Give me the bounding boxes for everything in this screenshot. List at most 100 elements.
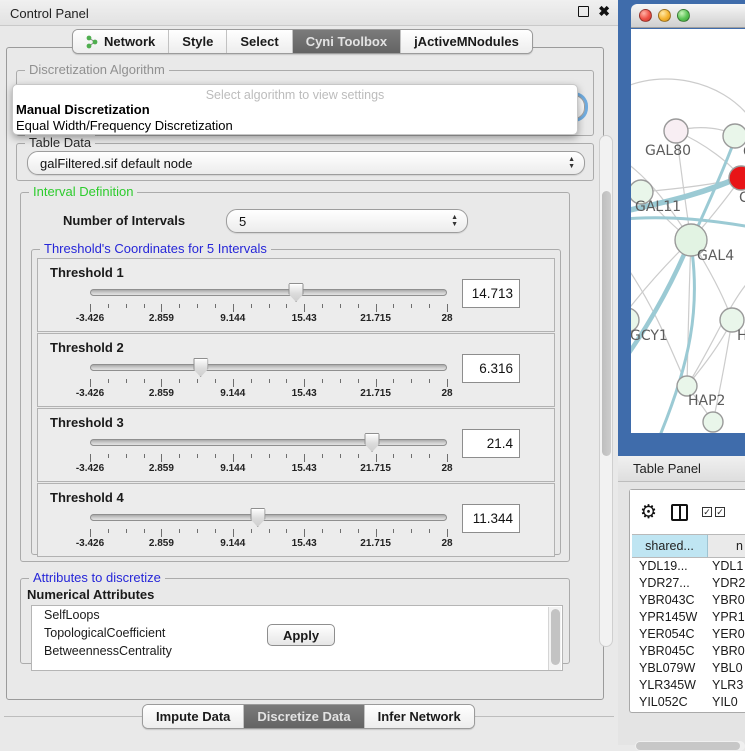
slider-track[interactable] xyxy=(90,364,447,371)
network-canvas[interactable]: GAL80GCGAL11GAL4GCY1HHAP2 xyxy=(631,29,745,433)
checkbox-icon[interactable]: ✓ xyxy=(715,507,725,517)
table-horizontal-scrollbar[interactable] xyxy=(635,741,745,751)
slider-thumb[interactable] xyxy=(365,433,380,452)
network-window-titlebar[interactable] xyxy=(631,4,745,28)
tick-mark xyxy=(179,304,180,308)
slider-thumb[interactable] xyxy=(193,358,208,377)
scrollbar-thumb[interactable] xyxy=(636,742,740,750)
table-row[interactable]: YPR145WYPR1 xyxy=(632,609,745,626)
cell-name[interactable]: YLR3 xyxy=(708,677,745,694)
tab-cyni-toolbox[interactable]: Cyni Toolbox xyxy=(293,30,401,53)
attribute-list-item[interactable]: SelfLoops xyxy=(32,606,562,624)
tick-mark xyxy=(197,454,198,458)
threshold-panel: Threshold 3 -3.4262.8599.14415.4321.7152… xyxy=(37,408,555,482)
cell-shared-name[interactable]: YLR345W xyxy=(632,677,708,694)
slider-thumb[interactable] xyxy=(289,283,304,302)
threshold-value-field[interactable] xyxy=(462,354,520,383)
attributes-scrollbar[interactable] xyxy=(548,607,561,671)
slider-track[interactable] xyxy=(90,514,447,521)
close-icon[interactable]: ✖ xyxy=(598,6,610,17)
table-row[interactable]: YER054CYER0 xyxy=(632,626,745,643)
tick-mark xyxy=(429,454,430,458)
threshold-value-field[interactable] xyxy=(462,429,520,458)
tick-mark xyxy=(108,454,109,458)
cell-name[interactable]: YBR0 xyxy=(708,592,745,609)
number-of-intervals-combobox[interactable]: 5 ▲▼ xyxy=(226,209,468,233)
cell-shared-name[interactable]: YDL19... xyxy=(632,558,708,575)
node-label: H xyxy=(737,328,745,344)
node-label: GCY1 xyxy=(631,328,668,344)
zoom-traffic-light-icon[interactable] xyxy=(677,9,690,22)
threshold-slider[interactable]: -3.4262.8599.14415.4321.71528 xyxy=(90,358,447,404)
tick-mark xyxy=(286,304,287,308)
cell-shared-name[interactable]: YDR27... xyxy=(632,575,708,592)
cell-name[interactable]: YDR2 xyxy=(708,575,745,592)
tab-select[interactable]: Select xyxy=(227,30,292,53)
tab-style[interactable]: Style xyxy=(169,30,227,53)
algorithm-option[interactable]: Manual Discretization xyxy=(16,102,150,117)
control-panel-scrollbar[interactable] xyxy=(599,135,613,647)
table-row[interactable]: YIL052CYIL0 xyxy=(632,694,745,711)
table-row[interactable]: YBR043CYBR0 xyxy=(632,592,745,609)
tab-impute-data[interactable]: Impute Data xyxy=(143,705,244,728)
threshold-value-field[interactable] xyxy=(462,279,520,308)
table-row[interactable]: YLR345WYLR3 xyxy=(632,677,745,694)
table-row[interactable]: YDL19...YDL1 xyxy=(632,558,745,575)
cell-shared-name[interactable]: YIL052C xyxy=(632,694,708,711)
network-node[interactable] xyxy=(703,412,723,432)
network-node-gal80[interactable] xyxy=(664,119,688,143)
table-row[interactable]: YBR045CYBR0 xyxy=(632,643,745,660)
threshold-slider[interactable]: -3.4262.8599.14415.4321.71528 xyxy=(90,283,447,329)
scrollbar-thumb[interactable] xyxy=(551,609,560,665)
table-data-combobox[interactable]: galFiltered.sif default node ▲▼ xyxy=(27,151,585,175)
tick-label: -3.426 xyxy=(76,538,104,549)
network-node-g[interactable] xyxy=(723,124,745,148)
tick-mark xyxy=(179,379,180,383)
column-header-shared-name[interactable]: shared... xyxy=(632,535,708,557)
tick-label: 9.144 xyxy=(220,313,245,324)
tab-discretize-data[interactable]: Discretize Data xyxy=(244,705,364,728)
threshold-slider[interactable]: -3.4262.8599.14415.4321.71528 xyxy=(90,508,447,554)
cell-shared-name[interactable]: YER054C xyxy=(632,626,708,643)
tick-mark xyxy=(322,304,323,308)
slider-track[interactable] xyxy=(90,439,447,446)
scrollbar-thumb[interactable] xyxy=(602,191,611,456)
tab-jactivemnodules[interactable]: jActiveMNodules xyxy=(401,30,532,53)
tick-mark xyxy=(411,454,412,458)
table-row[interactable]: YDR27...YDR2 xyxy=(632,575,745,592)
tick-mark xyxy=(90,379,91,387)
cell-name[interactable]: YDL1 xyxy=(708,558,745,575)
slider-thumb[interactable] xyxy=(250,508,265,527)
cell-name[interactable]: YBL0 xyxy=(708,660,745,677)
tick-mark xyxy=(322,529,323,533)
close-traffic-light-icon[interactable] xyxy=(639,9,652,22)
cell-name[interactable]: YPR1 xyxy=(708,609,745,626)
cell-shared-name[interactable]: YPR145W xyxy=(632,609,708,626)
cell-name[interactable]: YER0 xyxy=(708,626,745,643)
tick-label: 21.715 xyxy=(360,388,391,399)
table-row[interactable]: YBL079WYBL0 xyxy=(632,660,745,677)
cell-shared-name[interactable]: YBR043C xyxy=(632,592,708,609)
tab-network[interactable]: Network xyxy=(73,30,169,53)
tab-infer-network[interactable]: Infer Network xyxy=(365,705,474,728)
checkbox-icon[interactable]: ✓ xyxy=(702,507,712,517)
float-window-icon[interactable] xyxy=(578,6,589,17)
slider-track[interactable] xyxy=(90,289,447,296)
cell-shared-name[interactable]: YBL079W xyxy=(632,660,708,677)
column-header-name[interactable]: n xyxy=(708,535,745,557)
algorithm-option[interactable]: Equal Width/Frequency Discretization xyxy=(16,118,233,133)
threshold-value-field[interactable] xyxy=(462,504,520,533)
gear-icon[interactable]: ⚙ xyxy=(640,502,657,522)
network-node-c[interactable] xyxy=(729,166,745,190)
cell-shared-name[interactable]: YBR045C xyxy=(632,643,708,660)
cell-name[interactable]: YBR0 xyxy=(708,643,745,660)
tick-mark xyxy=(393,304,394,308)
tick-label: -3.426 xyxy=(76,388,104,399)
apply-button[interactable]: Apply xyxy=(267,624,335,646)
tick-label: -3.426 xyxy=(76,313,104,324)
cell-name[interactable]: YIL0 xyxy=(708,694,745,711)
group-label-attributes: Attributes to discretize xyxy=(29,570,165,585)
columns-icon[interactable] xyxy=(671,504,688,521)
minimize-traffic-light-icon[interactable] xyxy=(658,9,671,22)
threshold-slider[interactable]: -3.4262.8599.14415.4321.71528 xyxy=(90,433,447,479)
